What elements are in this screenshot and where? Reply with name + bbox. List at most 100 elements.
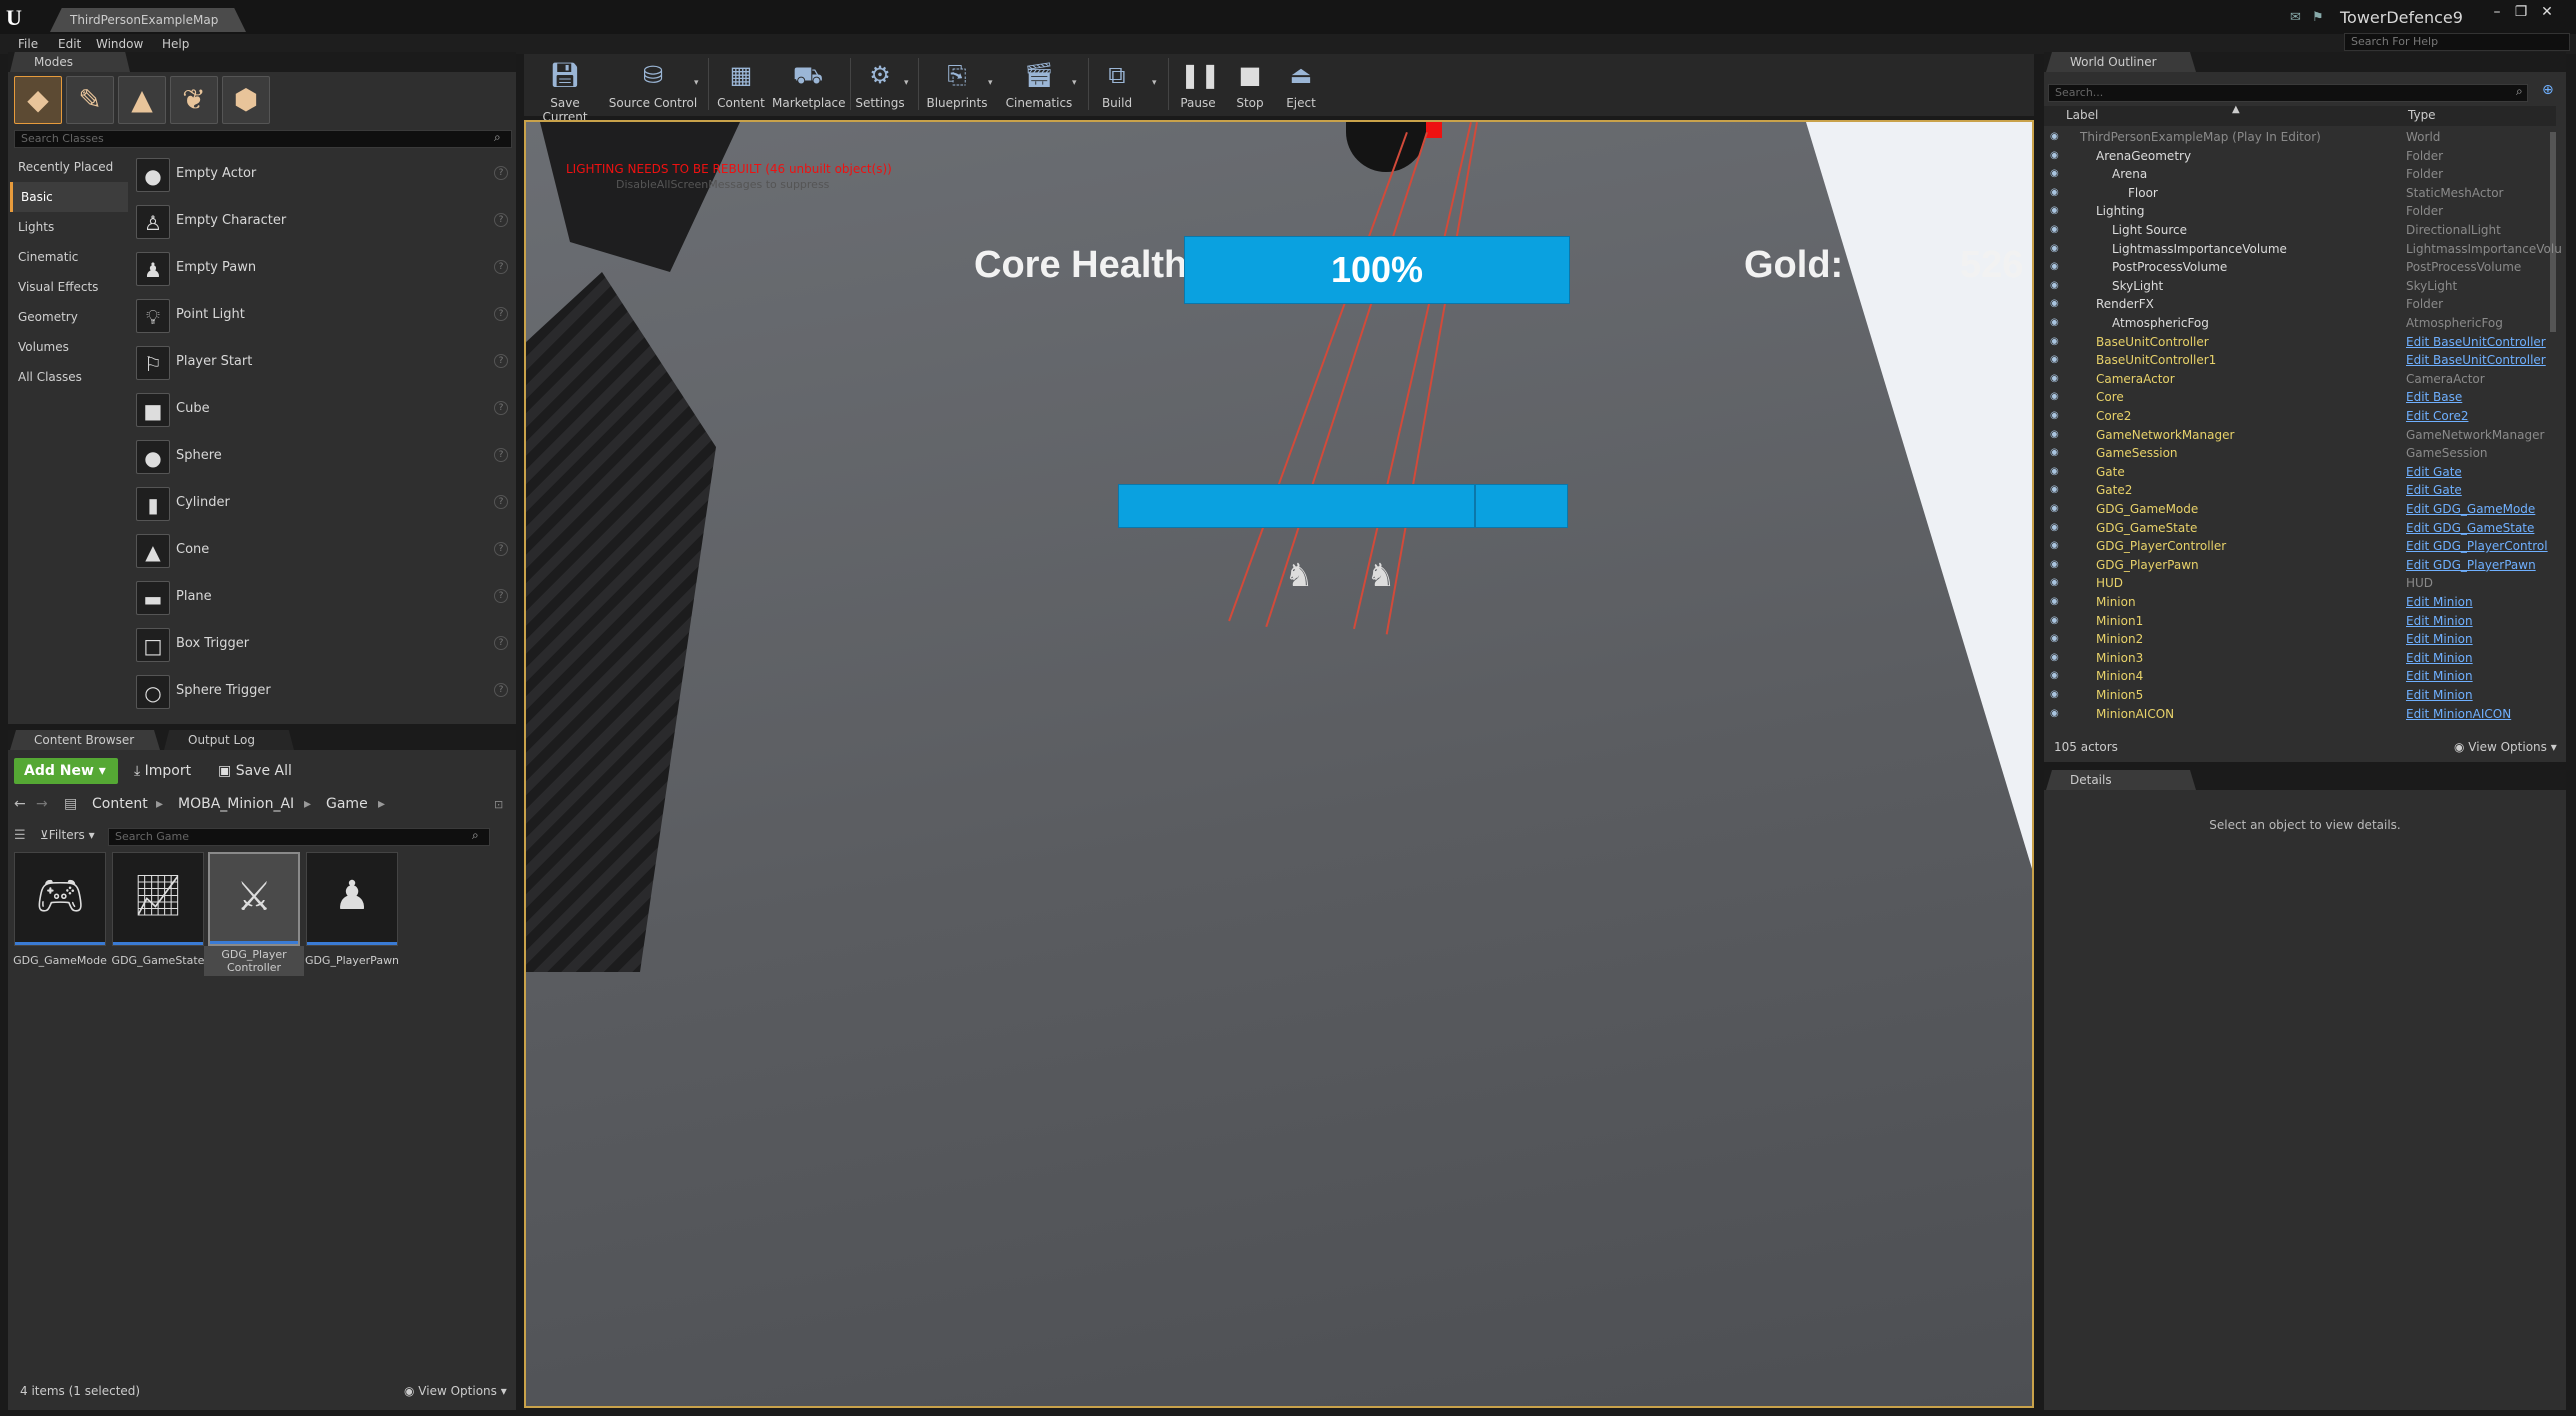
help-icon[interactable]: ? [494,401,508,415]
help-icon[interactable]: ? [494,495,508,509]
landscape-mode-icon[interactable]: ▲ [118,76,166,124]
help-icon[interactable]: ? [494,260,508,274]
bookmark-icon[interactable]: ⚑ [2312,10,2324,25]
view-options-button[interactable]: ◉ View Options ▾ [404,1384,507,1398]
outliner-row[interactable]: ◉ Light Source DirectionalLight [2044,221,2554,240]
visibility-eye-icon[interactable]: ◉ [2050,258,2059,277]
help-icon[interactable]: ? [494,542,508,556]
outliner-row[interactable]: ◉ RenderFX Folder [2044,295,2554,314]
search-classes-input[interactable]: Search Classes [14,130,512,148]
sources-toggle-icon[interactable]: ☰ [14,828,26,843]
place-item-box-trigger[interactable]: □ Box Trigger? [134,624,512,668]
outliner-row-edit-link[interactable]: Edit Gate [2406,463,2462,482]
visibility-eye-icon[interactable]: ◉ [2050,351,2059,370]
visibility-eye-icon[interactable]: ◉ [2050,184,2059,203]
category-visual-effects[interactable]: Visual Effects [10,272,128,302]
outliner-row[interactable]: ◉ AtmosphericFog AtmosphericFog [2044,314,2554,333]
tab-output-log[interactable]: Output Log [164,730,294,750]
outliner-row[interactable]: ◉ Gate2 Edit Gate [2044,481,2554,500]
import-button[interactable]: ⤓ Import [134,758,191,784]
visibility-eye-icon[interactable]: ◉ [2050,370,2059,389]
visibility-eye-icon[interactable]: ◉ [2050,556,2059,575]
outliner-row[interactable]: ◉ GameNetworkManager GameNetworkManager [2044,426,2554,445]
place-item-empty-pawn[interactable]: ♟ Empty Pawn? [134,248,512,292]
outliner-row-edit-link[interactable]: Edit Minion [2406,686,2473,705]
help-icon[interactable]: ? [494,354,508,368]
menu-help[interactable]: Help [162,34,189,54]
visibility-eye-icon[interactable]: ◉ [2050,202,2059,221]
visibility-eye-icon[interactable]: ◉ [2050,444,2059,463]
asset-gdg-gamemode[interactable]: 🎮︎ [14,852,106,946]
foliage-mode-icon[interactable]: ❦ [170,76,218,124]
outliner-row-edit-link[interactable]: Edit GDG_PlayerPawn [2406,556,2536,575]
place-item-sphere[interactable]: ● Sphere? [134,436,512,480]
menu-edit[interactable]: Edit [58,34,81,54]
geometry-mode-icon[interactable]: ⬢ [222,76,270,124]
help-icon[interactable]: ? [494,213,508,227]
place-item-empty-character[interactable]: ♙ Empty Character? [134,201,512,245]
outliner-view-options-button[interactable]: ◉ View Options ▾ [2454,740,2557,754]
help-icon[interactable]: ? [494,683,508,697]
outliner-row-edit-link[interactable]: Edit BaseUnitController [2406,351,2546,370]
visibility-eye-icon[interactable]: ◉ [2050,705,2059,724]
tab-modes[interactable]: Modes [10,52,130,72]
visibility-eye-icon[interactable]: ◉ [2050,500,2059,519]
back-arrow-icon[interactable]: ← [14,796,26,812]
lock-icon[interactable]: ⊡ [494,798,503,811]
outliner-row[interactable]: ◉ Core Edit Base [2044,388,2554,407]
outliner-row[interactable]: ◉ GDG_GameState Edit GDG_GameState [2044,519,2554,538]
category-cinematic[interactable]: Cinematic [10,242,128,272]
marketplace-button[interactable]: ⛟ Marketplace [772,58,846,114]
outliner-row-edit-link[interactable]: Edit Base [2406,388,2462,407]
visibility-eye-icon[interactable]: ◉ [2050,574,2059,593]
outliner-row[interactable]: ◉ Lighting Folder [2044,202,2554,221]
enemy-spider-actor[interactable] [1346,122,1426,172]
visibility-eye-icon[interactable]: ◉ [2050,630,2059,649]
visibility-eye-icon[interactable]: ◉ [2050,388,2059,407]
outliner-row[interactable]: ◉ ArenaGeometry Folder [2044,147,2554,166]
filters-button[interactable]: ⊻Filters ▾ [40,828,95,842]
build-button[interactable]: ⧉ Build [1094,58,1140,114]
cinematics-button[interactable]: 🎬︎ Cinematics [1004,58,1074,114]
outliner-row-edit-link[interactable]: Edit GDG_GameMode [2406,500,2535,519]
forward-arrow-icon[interactable]: → [36,796,48,812]
col-label[interactable]: Label [2066,108,2098,122]
outliner-row[interactable]: ◉ Gate Edit Gate [2044,463,2554,482]
outliner-row[interactable]: ◉ Minion5 Edit Minion [2044,686,2554,705]
visibility-eye-icon[interactable]: ◉ [2050,295,2059,314]
outliner-row[interactable]: ◉ Arena Folder [2044,165,2554,184]
level-viewport[interactable]: LIGHTING NEEDS TO BE REBUILT (46 unbuilt… [524,120,2034,1408]
visibility-eye-icon[interactable]: ◉ [2050,240,2059,259]
outliner-row[interactable]: ◉ Floor StaticMeshActor [2044,184,2554,203]
outliner-row[interactable]: ◉ Minion1 Edit Minion [2044,612,2554,631]
visibility-eye-icon[interactable]: ◉ [2050,314,2059,333]
outliner-row[interactable]: ◉ GDG_GameMode Edit GDG_GameMode [2044,500,2554,519]
help-search-input[interactable]: Search For Help [2344,33,2570,51]
content-button[interactable]: ▦ Content [714,58,768,114]
outliner-row-edit-link[interactable]: Edit GDG_PlayerControl [2406,537,2548,556]
visibility-eye-icon[interactable]: ◉ [2050,333,2059,352]
blueprints-button[interactable]: ⎘ Blueprints [924,58,990,114]
outliner-row[interactable]: ◉ Minion2 Edit Minion [2044,630,2554,649]
help-icon[interactable]: ? [494,448,508,462]
visibility-eye-icon[interactable]: ◉ [2050,686,2059,705]
category-volumes[interactable]: Volumes [10,332,128,362]
visibility-eye-icon[interactable]: ◉ [2050,128,2059,147]
outliner-row[interactable]: ◉ ThirdPersonExampleMap (Play In Editor) W… [2044,128,2554,147]
asset-gdg-player-controller[interactable]: ⚔ [208,852,300,946]
visibility-eye-icon[interactable]: ◉ [2050,463,2059,482]
outliner-row[interactable]: ◉ LightmassImportanceVolume LightmassImpor… [2044,240,2562,259]
place-item-cylinder[interactable]: ▮ Cylinder? [134,483,512,527]
minimize-button[interactable]: – [2486,4,2508,22]
outliner-row[interactable]: ◉ CameraActor CameraActor [2044,370,2554,389]
visibility-eye-icon[interactable]: ◉ [2050,649,2059,668]
outliner-row-edit-link[interactable]: Edit Gate [2406,481,2462,500]
outliner-row[interactable]: ◉ Core2 Edit Core2 [2044,407,2554,426]
visibility-eye-icon[interactable]: ◉ [2050,537,2059,556]
outliner-row[interactable]: ◉ PostProcessVolume PostProcessVolume [2044,258,2554,277]
outliner-row-edit-link[interactable]: Edit Minion [2406,649,2473,668]
visibility-eye-icon[interactable]: ◉ [2050,147,2059,166]
minion-actor[interactable]: ♞ [1284,556,1314,606]
visibility-eye-icon[interactable]: ◉ [2050,593,2059,612]
settings-button[interactable]: ⚙ Settings [854,58,906,114]
